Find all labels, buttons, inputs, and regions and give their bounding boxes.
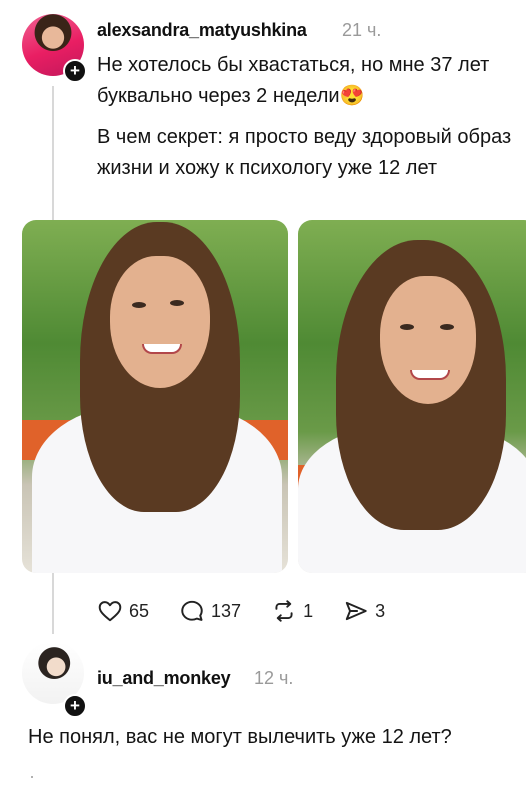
post-username[interactable]: alexsandra_matyushkina	[97, 20, 307, 41]
follow-plus-icon[interactable]: +	[63, 59, 87, 83]
reply-timestamp: 12 ч.	[254, 668, 294, 688]
share-count: 3	[375, 600, 386, 621]
comment-bubble-icon	[181, 600, 203, 621]
send-icon	[345, 601, 367, 621]
like-button[interactable]: 65	[97, 598, 149, 624]
post-photo-2[interactable]	[298, 220, 526, 573]
post-text-paragraph-2: В чем секрет: я просто веду здоровый обр…	[97, 126, 512, 179]
photo-eye	[132, 302, 146, 308]
repost-count: 1	[303, 600, 314, 621]
photo-face	[380, 276, 476, 404]
post-timestamp: 21 ч.	[342, 20, 382, 40]
reply-text: Не понял, вас не могут вылечить уже 12 л…	[28, 726, 452, 748]
heart-icon	[98, 601, 122, 622]
repost-button[interactable]: 1	[271, 598, 313, 624]
stray-dot	[31, 776, 33, 778]
comment-button[interactable]: 137	[179, 598, 241, 624]
repost-icon	[275, 600, 293, 622]
like-count: 65	[129, 600, 150, 621]
comment-count: 137	[211, 600, 242, 621]
post-actions: 65 137 1 3	[97, 598, 415, 624]
photo-face	[110, 256, 210, 388]
reply-follow-plus-icon[interactable]: +	[63, 694, 87, 718]
photo-smile	[142, 344, 182, 354]
reply-username[interactable]: iu_and_monkey	[97, 668, 231, 689]
photo-eye	[440, 324, 454, 330]
post-text-paragraph-1: Не хотелось бы хвастаться, но мне 37 лет…	[97, 54, 490, 107]
photo-eye	[400, 324, 414, 330]
photo-eye	[170, 300, 184, 306]
share-button[interactable]: 3	[343, 598, 385, 624]
post-photo-1[interactable]	[22, 220, 288, 573]
photo-smile	[410, 370, 450, 380]
